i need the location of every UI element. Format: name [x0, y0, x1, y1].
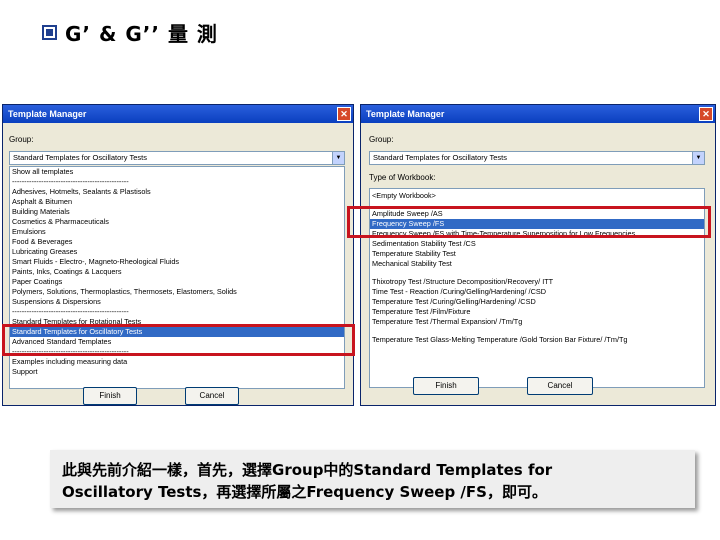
left-group-option[interactable]: Polymers, Solutions, Thermoplastics, The… — [10, 287, 344, 297]
right-template-manager-dialog: Template Manager ✕ Group: Standard Templ… — [360, 104, 716, 406]
right-workbook-item[interactable]: Time Test - Reaction /Curing/Gelling/Har… — [370, 287, 704, 297]
right-type-label: Type of Workbook: — [369, 173, 436, 182]
left-group-option[interactable]: Emulsions — [10, 227, 344, 237]
slide-title-text: G’ & G’’ 量 測 — [65, 21, 218, 46]
right-close-icon[interactable]: ✕ — [699, 107, 713, 121]
left-cancel-label: Cancel — [199, 391, 225, 400]
left-group-option[interactable]: Asphalt & Bitumen — [10, 197, 344, 207]
left-group-option[interactable]: ----------------------------------------… — [10, 307, 344, 317]
caption-box: 此與先前介紹一樣，首先，選擇Group中的Standard Templates … — [50, 450, 695, 508]
right-dialog-title: Template Manager — [366, 109, 445, 119]
left-template-manager-dialog: Template Manager ✕ Group: Standard Templ… — [2, 104, 354, 406]
caption-line-2: Oscillatory Tests，再選擇所屬之Frequency Sweep … — [62, 483, 547, 501]
right-workbook-item[interactable]: Temperature Stability Test — [370, 249, 704, 259]
left-group-option[interactable]: Examples including measuring data — [10, 357, 344, 367]
left-group-select[interactable]: Standard Templates for Oscillatory Tests… — [9, 151, 345, 165]
right-workbook-item[interactable]: Mechanical Stability Test — [370, 259, 704, 269]
right-group-select[interactable]: Standard Templates for Oscillatory Tests… — [369, 151, 705, 165]
right-workbook-item[interactable]: Thixotropy Test /Structure Decomposition… — [370, 277, 704, 287]
left-dialog-titlebar: Template Manager ✕ — [3, 105, 353, 123]
slide-title: G’ & G’’ 量 測 — [42, 18, 218, 46]
right-finish-button[interactable]: Finish — [413, 377, 479, 395]
left-group-option[interactable]: Show all templates — [10, 167, 344, 177]
right-workbook-item[interactable]: Sedimentation Stability Test /CS — [370, 239, 704, 249]
right-highlight-box — [347, 206, 711, 238]
left-group-option[interactable]: Cosmetics & Pharmaceuticals — [10, 217, 344, 227]
left-group-option[interactable]: Food & Beverages — [10, 237, 344, 247]
left-group-option[interactable]: ----------------------------------------… — [10, 177, 344, 187]
left-group-option[interactable]: Paper Coatings — [10, 277, 344, 287]
left-group-value: Standard Templates for Oscillatory Tests — [13, 153, 147, 162]
left-finish-label: Finish — [99, 391, 121, 400]
right-cancel-button[interactable]: Cancel — [527, 377, 593, 395]
left-finish-button[interactable]: Finish — [83, 387, 137, 405]
left-group-option[interactable]: Support — [10, 367, 344, 377]
left-group-option[interactable]: Suspensions & Dispersions — [10, 297, 344, 307]
right-dialog-titlebar: Template Manager ✕ — [361, 105, 715, 123]
right-group-label: Group: — [369, 135, 394, 144]
bullet-icon — [42, 24, 57, 40]
right-workbook-item[interactable]: Temperature Test /Film/Fixture — [370, 307, 704, 317]
left-highlight-box — [2, 324, 355, 356]
left-group-option[interactable]: Lubricating Greases — [10, 247, 344, 257]
list-group-gap — [370, 327, 704, 335]
left-group-chevron-down-icon[interactable]: ▼ — [332, 152, 344, 164]
left-group-option[interactable]: Adhesives, Hotmelts, Sealants & Plastiso… — [10, 187, 344, 197]
left-cancel-button[interactable]: Cancel — [185, 387, 239, 405]
right-workbook-item[interactable]: Temperature Test Glass-Melting Temperatu… — [370, 335, 704, 345]
list-group-gap — [370, 269, 704, 277]
right-cancel-label: Cancel — [547, 381, 573, 390]
left-close-icon[interactable]: ✕ — [337, 107, 351, 121]
left-group-option[interactable]: Building Materials — [10, 207, 344, 217]
left-group-option[interactable]: Smart Fluids - Electro-, Magneto-Rheolog… — [10, 257, 344, 267]
right-group-chevron-down-icon[interactable]: ▼ — [692, 152, 704, 164]
right-workbook-item[interactable]: Temperature Test /Thermal Expansion/ /Tm… — [370, 317, 704, 327]
right-workbook-item[interactable]: <Empty Workbook> — [370, 191, 704, 201]
right-finish-label: Finish — [435, 381, 457, 390]
caption-line-1: 此與先前介紹一樣，首先，選擇Group中的Standard Templates … — [62, 461, 553, 479]
left-group-option[interactable]: Paints, Inks, Coatings & Lacquers — [10, 267, 344, 277]
right-workbook-item[interactable]: Temperature Test /Curing/Gelling/Hardeni… — [370, 297, 704, 307]
right-group-value: Standard Templates for Oscillatory Tests — [373, 153, 507, 162]
left-dialog-title: Template Manager — [8, 109, 87, 119]
left-group-label: Group: — [9, 135, 34, 144]
